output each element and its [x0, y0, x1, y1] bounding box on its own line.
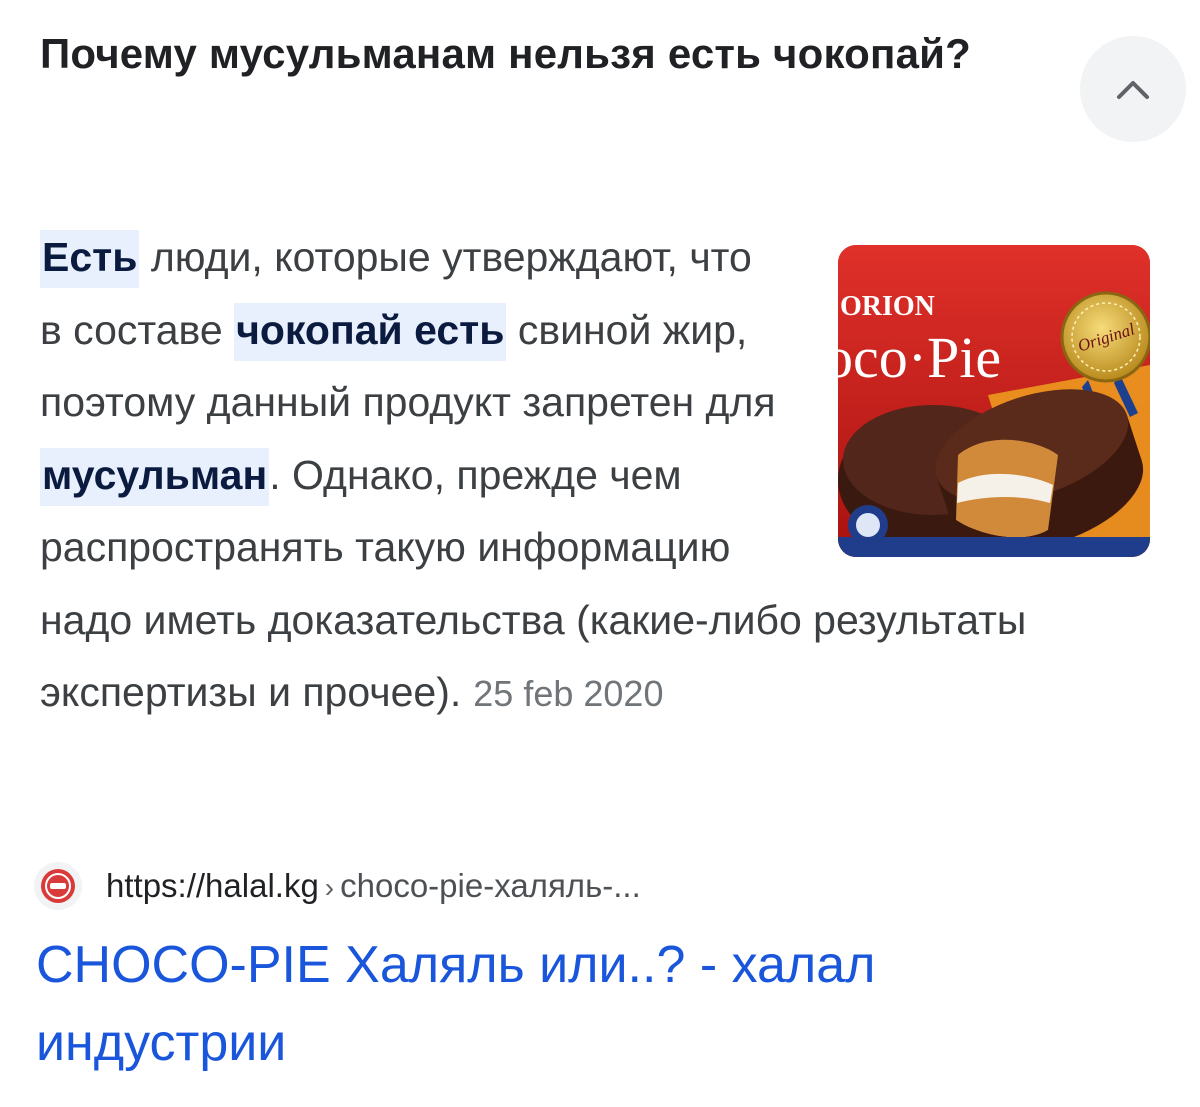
choco-pie-thumbnail[interactable]: ORION oco·Pie Original — [838, 245, 1150, 557]
chevron-up-icon — [1117, 81, 1149, 99]
source-url[interactable]: https://halal.kg › choco-pie-халяль-... — [106, 867, 641, 905]
question-title: Почему мусульманам нельзя есть чокопай? — [40, 30, 972, 77]
result-title-link[interactable]: CHOCO-PIE Халяль или..? - халал индустри… — [36, 926, 1036, 1082]
thumbnail-brand-small: ORION — [840, 291, 935, 322]
collapse-button[interactable] — [1080, 36, 1186, 142]
snippet-highlight: чокопай есть — [234, 302, 507, 361]
thumbnail-brand-large: oco·Pie — [838, 325, 1001, 390]
halal-logo-icon — [34, 862, 82, 910]
source-domain: https://halal.kg — [106, 867, 319, 904]
source-citation[interactable]: https://halal.kg › choco-pie-халяль-... — [34, 856, 641, 916]
snippet-date: 25 feb 2020 — [473, 673, 664, 714]
snippet-highlight: мусульман — [40, 447, 270, 506]
snippet-highlight: Есть — [40, 230, 140, 288]
source-path: choco-pie-халяль-... — [340, 867, 641, 904]
answer-snippet: ORION oco·Pie Original Есть люди, которы… — [40, 221, 1150, 731]
breadcrumb-separator: › — [324, 872, 335, 903]
